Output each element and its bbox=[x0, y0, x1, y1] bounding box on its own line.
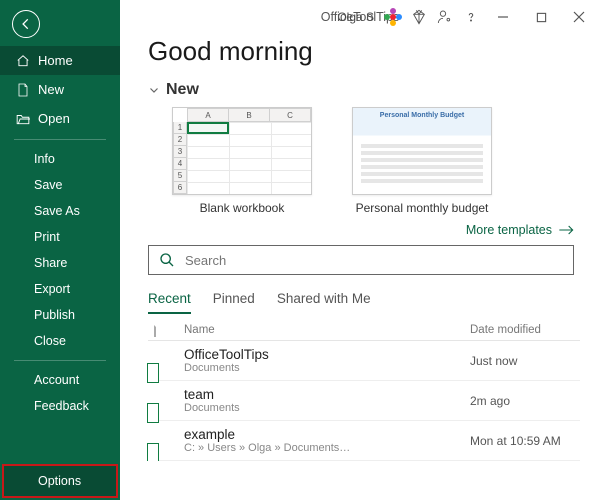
divider bbox=[14, 360, 106, 361]
template-label: Personal monthly budget bbox=[356, 201, 489, 215]
file-row[interactable]: team Documents 2m ago bbox=[148, 381, 580, 421]
document-icon bbox=[16, 83, 30, 97]
main-panel: OfficeToolTips Olga S Good morning New A bbox=[120, 0, 600, 500]
nav-publish[interactable]: Publish bbox=[0, 302, 120, 328]
options-highlight: Options bbox=[2, 464, 118, 498]
nav-saveas[interactable]: Save As bbox=[0, 198, 120, 224]
file-row[interactable]: OfficeToolTips Documents Just now bbox=[148, 341, 580, 381]
folder-open-icon bbox=[16, 113, 30, 125]
search-box[interactable] bbox=[148, 245, 574, 275]
file-row[interactable]: example C: » Users » Olga » Documents… M… bbox=[148, 421, 580, 461]
tab-recent[interactable]: Recent bbox=[148, 287, 191, 314]
nav-new[interactable]: New bbox=[0, 75, 120, 104]
nav-account[interactable]: Account bbox=[0, 367, 120, 393]
greeting-heading: Good morning bbox=[148, 36, 580, 67]
template-thumb: Personal Monthly Budget bbox=[352, 107, 492, 195]
back-button[interactable] bbox=[12, 10, 40, 38]
tab-pinned[interactable]: Pinned bbox=[213, 287, 255, 314]
chevron-down-icon bbox=[148, 84, 160, 96]
nav-home-label: Home bbox=[38, 53, 73, 68]
template-label: Blank workbook bbox=[200, 201, 285, 215]
minimize-button[interactable] bbox=[488, 4, 518, 30]
notification-icon[interactable] bbox=[436, 8, 454, 26]
file-tabs: Recent Pinned Shared with Me bbox=[148, 287, 580, 314]
file-name: example bbox=[184, 427, 470, 442]
divider bbox=[14, 139, 106, 140]
diamond-icon[interactable] bbox=[410, 8, 428, 26]
file-path: C: » Users » Olga » Documents… bbox=[184, 442, 470, 454]
nav-home[interactable]: Home bbox=[0, 46, 120, 75]
template-personal-monthly-budget[interactable]: Personal Monthly Budget Personal monthly… bbox=[352, 107, 492, 215]
nav-info[interactable]: Info bbox=[0, 146, 120, 172]
nav-options[interactable]: Options bbox=[4, 466, 116, 496]
search-input[interactable] bbox=[185, 253, 563, 268]
nav-print[interactable]: Print bbox=[0, 224, 120, 250]
nav-feedback[interactable]: Feedback bbox=[0, 393, 120, 419]
file-path: Documents bbox=[184, 402, 470, 414]
titlebar: OfficeToolTips Olga S bbox=[120, 0, 600, 34]
column-name[interactable]: Name bbox=[184, 324, 470, 336]
nav-open[interactable]: Open bbox=[0, 104, 120, 133]
file-path: Documents bbox=[184, 362, 470, 374]
nav-new-label: New bbox=[38, 82, 64, 97]
file-date: Just now bbox=[470, 354, 580, 368]
nav-close[interactable]: Close bbox=[0, 328, 120, 354]
tab-shared[interactable]: Shared with Me bbox=[277, 287, 371, 314]
maximize-button[interactable] bbox=[526, 4, 556, 30]
nav-export[interactable]: Export bbox=[0, 276, 120, 302]
help-icon[interactable] bbox=[462, 8, 480, 26]
account-avatar-icon[interactable] bbox=[384, 8, 402, 26]
backstage-sidebar: Home New Open Info Save Save As Print Sh… bbox=[0, 0, 120, 500]
file-name: OfficeToolTips bbox=[184, 347, 470, 362]
document-icon bbox=[154, 323, 156, 337]
file-date: 2m ago bbox=[470, 394, 580, 408]
file-date: Mon at 10:59 AM bbox=[470, 434, 580, 448]
file-name: team bbox=[184, 387, 470, 402]
arrow-right-icon bbox=[558, 225, 574, 235]
column-date[interactable]: Date modified bbox=[470, 324, 580, 336]
new-section-header[interactable]: New bbox=[148, 81, 580, 99]
template-thumb: ABC 123456 bbox=[172, 107, 312, 195]
search-icon bbox=[159, 252, 175, 268]
more-templates-link[interactable]: More templates bbox=[148, 223, 574, 237]
file-list-header: Name Date modified bbox=[148, 318, 580, 341]
nav-save[interactable]: Save bbox=[0, 172, 120, 198]
template-blank-workbook[interactable]: ABC 123456 Blank workbook bbox=[172, 107, 312, 215]
home-icon bbox=[16, 54, 30, 68]
close-button[interactable] bbox=[564, 4, 594, 30]
nav-open-label: Open bbox=[38, 111, 70, 126]
new-section-label: New bbox=[166, 81, 199, 99]
nav-share[interactable]: Share bbox=[0, 250, 120, 276]
